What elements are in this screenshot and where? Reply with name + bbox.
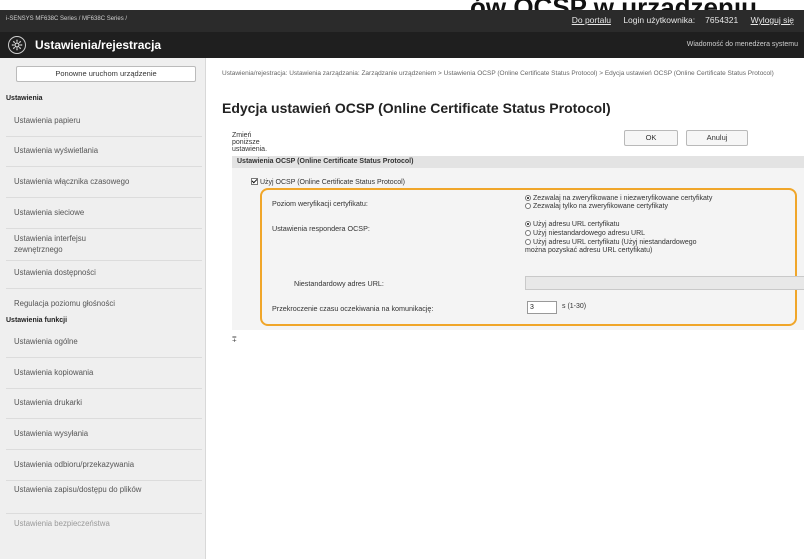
sidebar-divider bbox=[6, 357, 202, 358]
responder-option-custom-url[interactable]: Użyj niestandardowego adresu URL bbox=[525, 230, 645, 238]
sidebar-divider bbox=[6, 449, 202, 450]
top-bar: i-SENSYS MF638C Series / MF638C Series /… bbox=[0, 10, 804, 32]
sidebar-item-copy[interactable]: Ustawienia kopiowania bbox=[14, 367, 200, 378]
sidebar-item-printer[interactable]: Ustawienia drukarki bbox=[14, 397, 200, 408]
sidebar-item-volume[interactable]: Regulacja poziomu głośności bbox=[14, 298, 200, 309]
login-label: Login użytkownika: bbox=[623, 15, 696, 25]
sidebar-item-paper[interactable]: Ustawienia papieru bbox=[14, 115, 200, 126]
responder-radio-custom-url[interactable] bbox=[525, 230, 531, 236]
top-strip: ów OCSP w urządzeniu bbox=[0, 0, 804, 10]
responder-settings-label: Ustawienia respondera OCSP: bbox=[272, 224, 370, 233]
verification-option-label: Zezwalaj tylko na zweryfikowane certyfik… bbox=[533, 203, 668, 210]
sidebar-item-timer[interactable]: Ustawienia włącznika czasowego bbox=[14, 176, 200, 187]
ok-button[interactable]: OK bbox=[624, 130, 678, 146]
sidebar-item-store-access[interactable]: Ustawienia zapisu/dostępu do plików bbox=[14, 484, 154, 495]
product-name: i-SENSYS MF638C Series / MF638C Series / bbox=[6, 16, 128, 22]
verification-level-label: Poziom weryfikacji certyfikatu: bbox=[272, 199, 368, 208]
settings-gear-icon bbox=[8, 36, 26, 54]
sidebar-divider bbox=[6, 388, 202, 389]
sidebar-item-network[interactable]: Ustawienia sieciowe bbox=[14, 207, 200, 218]
sidebar-divider bbox=[6, 166, 202, 167]
user-id: 7654321 bbox=[705, 15, 739, 25]
sidebar-item-send[interactable]: Ustawienia wysyłania bbox=[14, 428, 200, 439]
sidebar-divider bbox=[6, 260, 202, 261]
sidebar-divider bbox=[6, 228, 202, 229]
responder-option-cert-url[interactable]: Użyj adresu URL certyfikatu bbox=[525, 221, 620, 229]
sidebar-item-receive-forward[interactable]: Ustawienia odbioru/przekazywania bbox=[14, 459, 200, 470]
section-settings-heading: Ustawienia bbox=[6, 95, 43, 102]
verification-option-label: Zezwalaj na zweryfikowane i niezweryfiko… bbox=[533, 195, 713, 202]
page-title: Edycja ustawień OCSP (Online Certificate… bbox=[222, 100, 611, 116]
verification-option-both[interactable]: Zezwalaj na zweryfikowane i niezweryfiko… bbox=[525, 195, 712, 203]
sidebar-divider bbox=[6, 197, 202, 198]
timeout-label: Przekroczenie czasu oczekiwania na komun… bbox=[272, 304, 434, 313]
verification-radio-verified[interactable] bbox=[525, 203, 531, 209]
responder-option-cert-url-fallback[interactable]: Użyj adresu URL certyfikatu (Użyj niesta… bbox=[525, 239, 697, 247]
sidebar-divider bbox=[6, 513, 202, 514]
verification-option-verified-only[interactable]: Zezwalaj tylko na zweryfikowane certyfik… bbox=[525, 203, 668, 211]
instruction-text: Zmień poniższe ustawienia. bbox=[232, 132, 268, 153]
cancel-button[interactable]: Anuluj bbox=[686, 130, 748, 146]
message-to-admin-link[interactable]: Wiadomość do menedżera systemu bbox=[687, 41, 798, 48]
sidebar-item-display[interactable]: Ustawienia wyświetlania bbox=[14, 145, 200, 156]
sidebar: Ponowne uruchom urządzenie Ustawienia Us… bbox=[0, 58, 206, 559]
sidebar-divider bbox=[6, 480, 202, 481]
custom-url-label: Niestandardowy adres URL: bbox=[294, 279, 384, 288]
sidebar-item-security[interactable]: Ustawienia bezpieczeństwa bbox=[14, 518, 200, 529]
responder-option-label: Użyj adresu URL certyfikatu (Użyj niesta… bbox=[533, 239, 697, 246]
responder-option-label: Użyj niestandardowego adresu URL bbox=[533, 230, 646, 237]
user-bar: Do portalu Login użytkownika: 7654321 Wyl… bbox=[572, 15, 804, 25]
timeout-unit: s (1-30) bbox=[562, 303, 587, 310]
scroll-to-top-icon[interactable]: ⩱ bbox=[232, 335, 237, 345]
sidebar-divider bbox=[6, 288, 202, 289]
verification-radio-both[interactable] bbox=[525, 195, 531, 201]
sidebar-divider bbox=[6, 418, 202, 419]
title-bar: Ustawienia/rejestracja Wiadomość do mene… bbox=[0, 32, 804, 58]
sidebar-item-external-interface[interactable]: Ustawienia interfejsu zewnętrznego bbox=[14, 233, 134, 255]
sidebar-item-general[interactable]: Ustawienia ogólne bbox=[14, 336, 200, 347]
breadcrumb: Ustawienia/rejestracja: Ustawienia zarzą… bbox=[222, 70, 774, 77]
logout-link[interactable]: Wyloguj się bbox=[751, 15, 794, 25]
use-ocsp-label: Użyj OCSP (Online Certificate Status Pro… bbox=[260, 179, 405, 186]
portal-link[interactable]: Do portalu bbox=[572, 15, 611, 25]
responder-option-label: Użyj adresu URL certyfikatu bbox=[533, 221, 620, 228]
settings-panel: Użyj OCSP (Online Certificate Status Pro… bbox=[232, 168, 804, 330]
restart-device-button[interactable]: Ponowne uruchom urządzenie bbox=[16, 66, 196, 82]
cropped-heading: ów OCSP w urządzeniu bbox=[470, 0, 757, 10]
section-header: Ustawienia OCSP (Online Certificate Stat… bbox=[232, 156, 804, 168]
section-functions-heading: Ustawienia funkcji bbox=[6, 317, 68, 324]
app-title: Ustawienia/rejestracja bbox=[35, 38, 162, 52]
use-ocsp-row: Użyj OCSP (Online Certificate Status Pro… bbox=[251, 178, 405, 186]
responder-option-continuation: można pozyskać adresu URL certyfikatu) bbox=[525, 247, 653, 254]
timeout-input[interactable] bbox=[527, 301, 557, 314]
sidebar-divider bbox=[6, 136, 202, 137]
use-ocsp-checkbox[interactable] bbox=[251, 178, 258, 185]
custom-url-input[interactable] bbox=[525, 276, 804, 290]
sidebar-item-accessibility[interactable]: Ustawienia dostępności bbox=[14, 267, 200, 278]
responder-radio-cert-url[interactable] bbox=[525, 221, 531, 227]
responder-radio-fallback[interactable] bbox=[525, 239, 531, 245]
